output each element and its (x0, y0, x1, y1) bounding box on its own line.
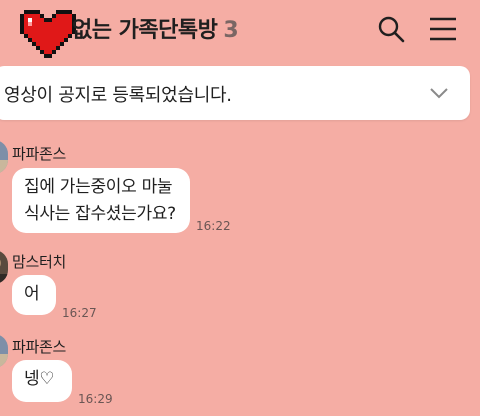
message-time: 16:22 (196, 219, 231, 233)
message-line: 식사는 잡수셨는가요? (24, 204, 176, 224)
chat-header: 없는 가족단톡방 3 (0, 0, 480, 60)
chat-title: 없는 가족단톡방 3 (72, 12, 239, 44)
message-line: 어 (24, 284, 40, 304)
message-time: 16:29 (78, 392, 113, 406)
notice-banner[interactable]: 영상이 공지로 등록되었습니다. (0, 66, 470, 120)
hamburger-menu-icon[interactable] (428, 16, 458, 42)
sender-name: 맘스터치 (12, 253, 67, 271)
member-count: 3 (223, 18, 239, 43)
sender-name: 파파존스 (12, 338, 67, 356)
chat-room-name: 없는 가족단톡방 (72, 18, 218, 43)
search-icon[interactable] (376, 14, 406, 44)
chevron-down-icon[interactable] (428, 82, 450, 104)
avatar[interactable] (0, 250, 8, 284)
avatar[interactable] (0, 334, 8, 368)
sender-name: 파파존스 (12, 145, 67, 163)
avatar[interactable] (0, 140, 8, 174)
message-line: 넹♡ (24, 369, 55, 389)
message-time: 16:27 (62, 306, 97, 320)
notice-text: 영상이 공지로 등록되었습니다. (4, 85, 232, 106)
message-line: 집에 가는중이오 마눌 (24, 177, 173, 197)
message-bubble[interactable]: 집에 가는중이오 마눌 식사는 잡수셨는가요? (12, 168, 190, 233)
message-bubble[interactable]: 어 (12, 275, 56, 315)
message-bubble[interactable]: 넹♡ (12, 360, 72, 402)
pixel-heart-icon (20, 10, 76, 58)
